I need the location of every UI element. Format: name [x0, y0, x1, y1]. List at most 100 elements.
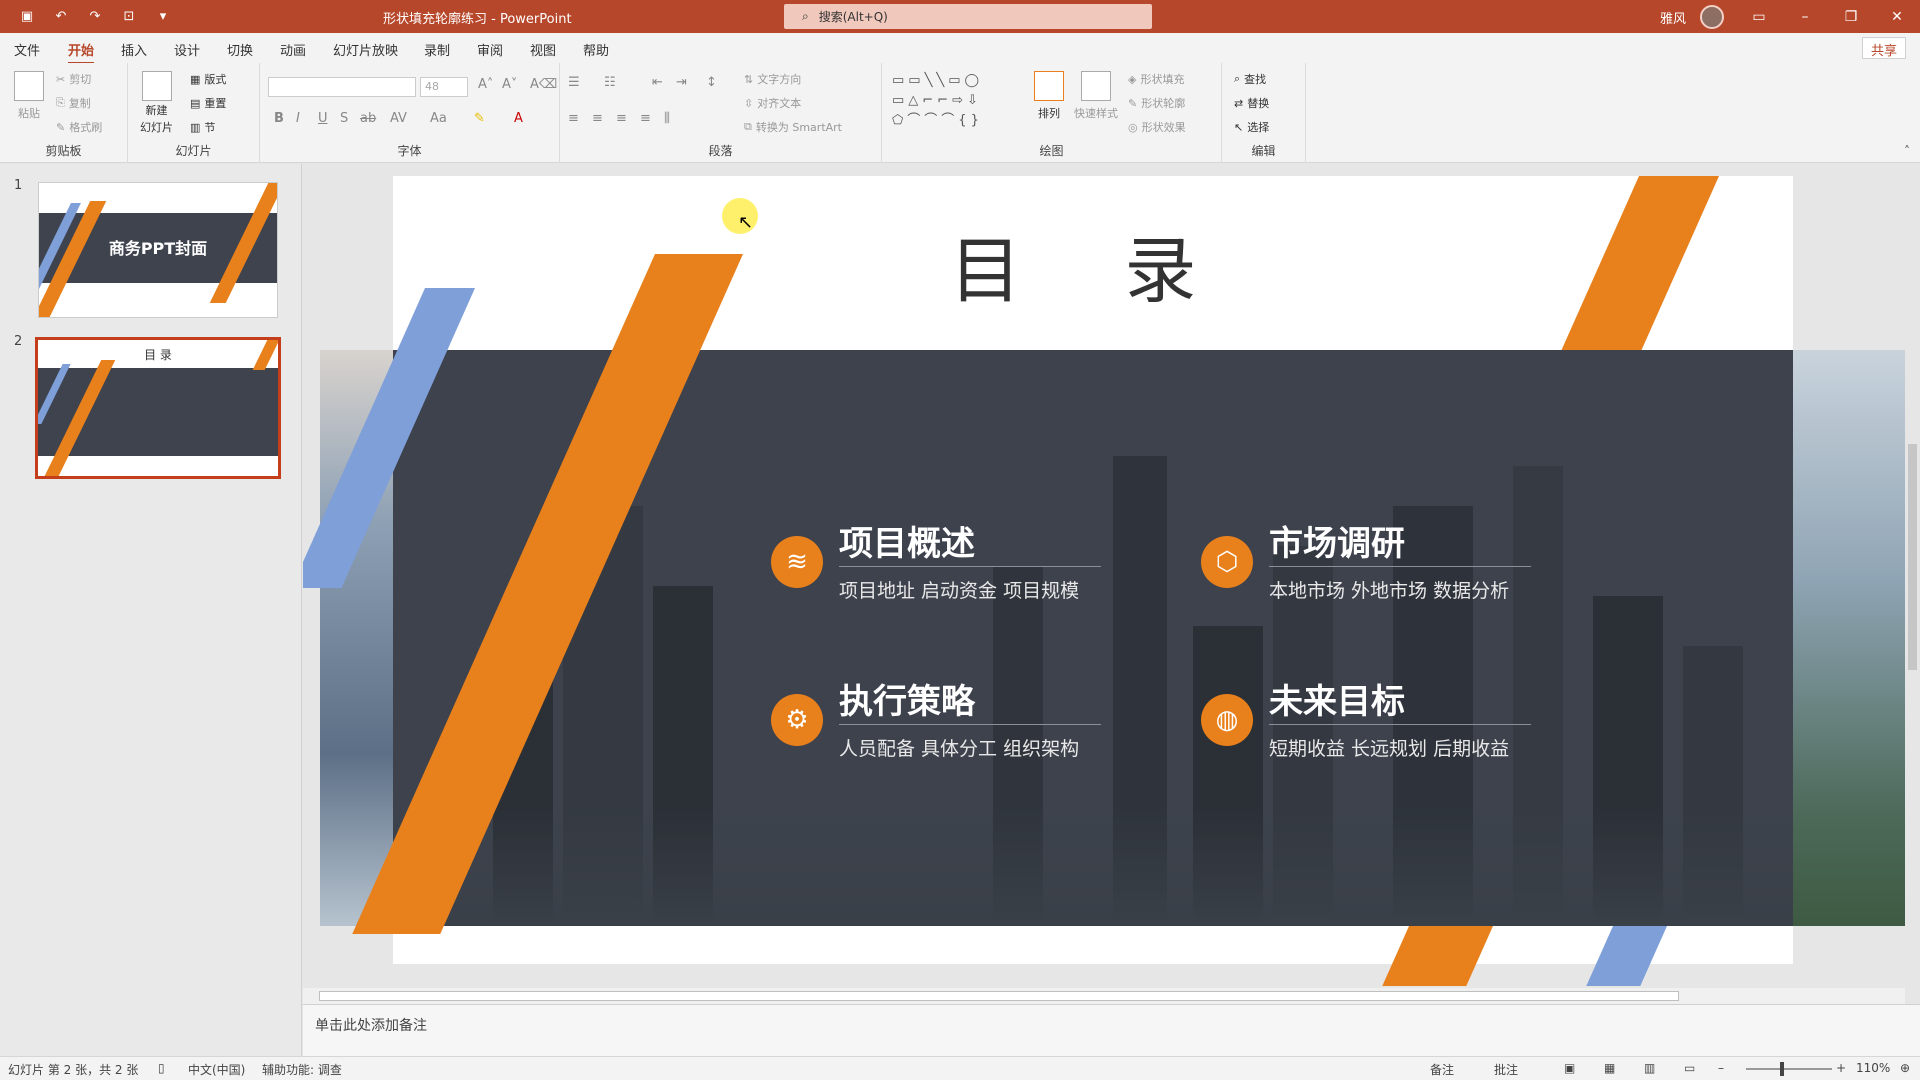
shape-gallery[interactable]: ▭▭╲╲▭◯ ▭△⌐⌐⇨⇩ ⬠⌒⌒⌒{} [892, 71, 1020, 133]
avatar[interactable] [1700, 5, 1724, 29]
font-size-field[interactable]: 48 [420, 77, 468, 97]
vertical-scroll-thumb[interactable] [1908, 444, 1917, 670]
increase-indent-icon[interactable]: ⇥ [676, 75, 687, 90]
redo-icon[interactable]: ↷ [82, 6, 108, 26]
decrease-indent-icon[interactable]: ⇤ [652, 75, 663, 90]
layout-button[interactable]: ▦ 版式 [190, 71, 226, 87]
reset-button[interactable]: ▤ 重置 [190, 95, 226, 111]
zoom-slider[interactable] [1746, 1068, 1832, 1070]
shape-outline-button[interactable]: ✎ 形状轮廓 [1128, 95, 1185, 111]
shape-effects-button[interactable]: ◎ 形状效果 [1128, 119, 1186, 135]
tab-transitions[interactable]: 切换 [227, 40, 253, 59]
search-box[interactable]: ⌕ 搜索(Alt+Q) [784, 4, 1152, 29]
quick-styles-button[interactable]: 快速样式 [1074, 71, 1118, 121]
slide-canvas[interactable]: 目 录 ≋ 项目概述 项目地址 启动资金 项目规模 ⬡ 市场调研 本地市场 外地… [303, 176, 1793, 986]
new-slide-button[interactable]: 新建 幻灯片 [140, 71, 173, 135]
shadow-icon[interactable]: S [340, 111, 348, 126]
tab-record[interactable]: 录制 [424, 40, 450, 59]
zoom-out-icon[interactable]: – [1718, 1061, 1724, 1075]
share-button[interactable]: 共享 [1861, 37, 1906, 59]
spacing-icon[interactable]: AV [390, 111, 407, 126]
sorter-view-icon[interactable]: ▦ [1604, 1061, 1615, 1075]
tab-view[interactable]: 视图 [530, 40, 556, 59]
strikethrough-icon[interactable]: ab [360, 111, 376, 126]
align-left-icon[interactable]: ≡ [568, 111, 579, 126]
section-button[interactable]: ▥ 节 [190, 119, 215, 135]
tab-slideshow[interactable]: 幻灯片放映 [333, 40, 398, 59]
font-name-field[interactable] [268, 77, 416, 97]
undo-icon[interactable]: ↶ [48, 6, 74, 26]
shrink-font-icon[interactable]: A˅ [502, 77, 517, 92]
normal-view-icon[interactable]: ▣ [1564, 1061, 1575, 1075]
comments-toggle[interactable]: 批注 [1494, 1061, 1518, 1078]
smartart-button[interactable]: ⧉ 转换为 SmartArt [744, 119, 842, 135]
tab-help[interactable]: 帮助 [583, 40, 609, 59]
zoom-slider-knob[interactable] [1780, 1062, 1784, 1076]
minimize-icon[interactable]: – [1782, 0, 1828, 33]
cut-button[interactable]: ✂ 剪切 [56, 71, 91, 87]
language-indicator[interactable]: 中文(中国) [188, 1061, 245, 1078]
toc-item-3[interactable]: ⚙ 执行策略 人员配备 具体分工 组织架构 [771, 674, 1131, 774]
customize-icon[interactable]: ▾ [150, 6, 176, 26]
select-button[interactable]: ↖ 选择 [1234, 119, 1269, 135]
slide-thumbnail-1[interactable]: 商务PPT封面 [38, 182, 278, 318]
shape-fill-button[interactable]: ◈ 形状填充 [1128, 71, 1184, 87]
format-painter-button[interactable]: ✎ 格式刷 [56, 119, 102, 135]
align-text-button[interactable]: ⇳ 对齐文本 [744, 95, 801, 111]
toc-item-2[interactable]: ⬡ 市场调研 本地市场 外地市场 数据分析 [1201, 516, 1561, 616]
toc-item-4[interactable]: ◍ 未来目标 短期收益 长远规划 后期收益 [1201, 674, 1561, 774]
columns-icon[interactable]: ⫼ [664, 111, 670, 126]
bullets-icon[interactable]: ☰ [568, 75, 580, 90]
underline-icon[interactable]: U [318, 111, 328, 126]
slide-thumbnail-2[interactable]: 目 录 [35, 337, 281, 479]
justify-icon[interactable]: ≡ [640, 111, 651, 126]
text-direction-button[interactable]: ⇅ 文字方向 [744, 71, 801, 87]
collapse-ribbon-icon[interactable]: ˄ [1904, 144, 1910, 158]
line-spacing-icon[interactable]: ↕ [706, 75, 717, 90]
orange-stripe-bottom[interactable] [1382, 926, 1493, 986]
close-icon[interactable]: ✕ [1874, 0, 1920, 33]
notes-pane[interactable]: 单击此处添加备注 [303, 1004, 1920, 1056]
horizontal-scrollbar[interactable] [303, 988, 1905, 1004]
paste-button[interactable]: 粘贴 [14, 71, 44, 121]
replace-button[interactable]: ⇄ 替换 [1234, 95, 1269, 111]
horizontal-scroll-thumb[interactable] [319, 991, 1679, 1001]
bold-icon[interactable]: B [274, 111, 284, 126]
tab-design[interactable]: 设计 [174, 40, 200, 59]
font-color-icon[interactable]: A [514, 111, 523, 126]
tab-home[interactable]: 开始 [68, 40, 95, 65]
slide-editor[interactable]: 目 录 ≋ 项目概述 项目地址 启动资金 项目规模 ⬡ 市场调研 本地市场 外地… [303, 164, 1905, 988]
tab-review[interactable]: 审阅 [477, 40, 503, 59]
toc-item-1[interactable]: ≋ 项目概述 项目地址 启动资金 项目规模 [771, 516, 1131, 616]
align-right-icon[interactable]: ≡ [616, 111, 627, 126]
spellcheck-icon[interactable]: ▯ [158, 1061, 165, 1075]
blue-stripe-bottom[interactable] [1586, 926, 1667, 986]
grow-font-icon[interactable]: A˄ [478, 77, 493, 92]
zoom-level[interactable]: 110% [1856, 1061, 1890, 1075]
highlight-icon[interactable]: ✎ [474, 111, 485, 126]
reading-view-icon[interactable]: ▥ [1644, 1061, 1655, 1075]
tab-file[interactable]: 文件 [14, 40, 40, 59]
vertical-scrollbar[interactable] [1905, 164, 1920, 988]
italic-icon[interactable]: I [296, 111, 300, 126]
restore-icon[interactable]: ❐ [1828, 0, 1874, 33]
notes-toggle[interactable]: 备注 [1430, 1061, 1454, 1078]
tab-animations[interactable]: 动画 [280, 40, 306, 59]
user-name[interactable]: 雅风 [1660, 8, 1686, 27]
save-icon[interactable]: ▣ [14, 6, 40, 26]
notes-placeholder[interactable]: 单击此处添加备注 [315, 1015, 427, 1035]
copy-button[interactable]: ⎘ 复制 [56, 95, 91, 111]
numbering-icon[interactable]: ☷ [604, 75, 616, 90]
tab-insert[interactable]: 插入 [121, 40, 147, 59]
present-icon[interactable]: ⊡ [116, 6, 142, 26]
accessibility-status[interactable]: 辅助功能: 调查 [262, 1061, 342, 1078]
arrange-button[interactable]: 排列 [1034, 71, 1064, 121]
case-icon[interactable]: Aa [430, 111, 447, 126]
slideshow-view-icon[interactable]: ▭ [1684, 1061, 1695, 1075]
ribbon-display-icon[interactable]: ▭ [1736, 0, 1782, 33]
clear-format-icon[interactable]: A⌫ [530, 77, 557, 92]
find-button[interactable]: ⌕ 查找 [1234, 71, 1266, 87]
zoom-in-icon[interactable]: + [1836, 1061, 1846, 1075]
align-center-icon[interactable]: ≡ [592, 111, 603, 126]
fit-slide-icon[interactable]: ⊕ [1900, 1061, 1910, 1075]
